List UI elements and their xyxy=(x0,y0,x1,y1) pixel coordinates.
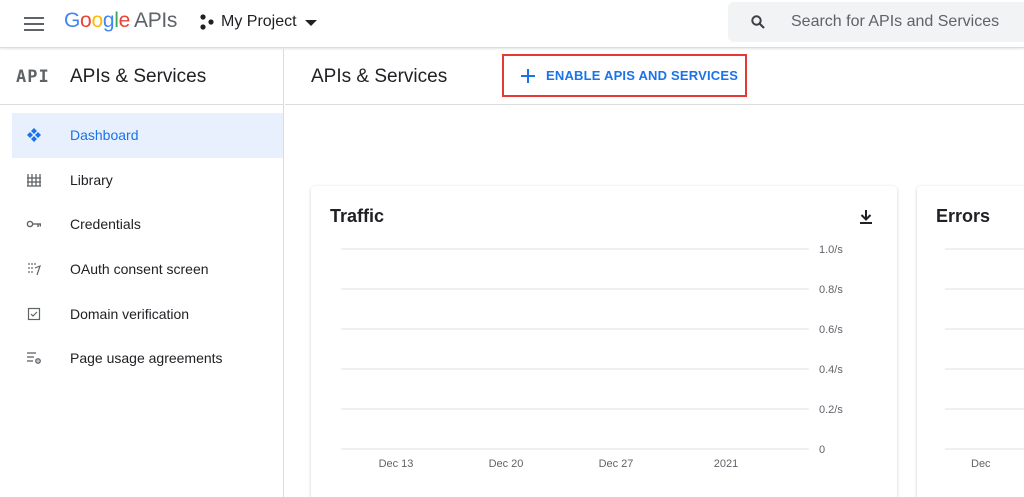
plus-icon xyxy=(521,68,535,83)
api-badge-icon: API xyxy=(16,66,50,87)
errors-chart: Dec xyxy=(945,248,1024,470)
project-name: My Project xyxy=(221,13,297,30)
search-bar[interactable] xyxy=(728,2,1024,42)
key-icon xyxy=(26,216,42,232)
sidebar-item-credentials[interactable]: Credentials xyxy=(12,202,283,247)
sidebar-item-label: OAuth consent screen xyxy=(70,261,209,278)
x-tick-label: Dec 13 xyxy=(379,458,414,470)
enable-apis-button[interactable]: ENABLE APIS AND SERVICES xyxy=(502,54,747,97)
project-dots-icon xyxy=(200,14,214,30)
library-icon xyxy=(26,172,42,188)
sidebar-item-label: Library xyxy=(70,171,113,188)
caret-down-icon xyxy=(304,20,317,26)
dashboard-icon xyxy=(26,127,42,143)
sidebar-header: API APIs & Services xyxy=(0,49,283,105)
sidebar-item-label: Domain verification xyxy=(70,305,190,322)
project-selector[interactable]: My Project xyxy=(198,13,317,31)
x-tick-label: Dec 27 xyxy=(599,458,634,470)
page-title: APIs & Services xyxy=(311,65,448,87)
sidebar-item-oauth-consent-screen[interactable]: OAuth consent screen xyxy=(12,247,283,292)
logo-suffix: APIs xyxy=(133,9,178,32)
y-tick-label: 1.0/s xyxy=(819,244,843,256)
y-tick-label: 0.6/s xyxy=(819,324,843,336)
traffic-card: Traffic 1.0/s 0.8/s 0.6/s 0.4/s 0.2/s 0 Dec 13… xyxy=(311,186,897,497)
sidebar-item-label: Dashboard xyxy=(70,127,139,144)
sidebar: API APIs & Services Dashboard Library Cr… xyxy=(0,49,284,497)
sidebar-title: APIs & Services xyxy=(70,65,207,87)
y-tick-label: 0.2/s xyxy=(819,404,843,416)
y-tick-label: 0.8/s xyxy=(819,284,843,296)
settings-list-icon xyxy=(26,350,42,366)
search-input[interactable] xyxy=(791,13,1021,31)
enable-apis-label: ENABLE APIS AND SERVICES xyxy=(546,68,739,83)
google-apis-logo[interactable]: Google APIs xyxy=(64,9,177,33)
traffic-chart: 1.0/s 0.8/s 0.6/s 0.4/s 0.2/s 0 Dec 13 Dec 20 De… xyxy=(341,244,843,470)
sidebar-item-library[interactable]: Library xyxy=(12,158,283,203)
sidebar-item-label: Page usage agreements xyxy=(70,350,223,367)
errors-card: Errors Dec xyxy=(917,186,1024,497)
sidebar-item-label: Credentials xyxy=(70,216,141,233)
menu-icon[interactable] xyxy=(24,13,44,35)
y-tick-label: 0 xyxy=(819,444,825,456)
x-tick-label: 2021 xyxy=(714,458,738,470)
sidebar-item-dashboard[interactable]: Dashboard xyxy=(12,113,283,158)
y-tick-label: 0.4/s xyxy=(819,364,843,376)
sidebar-nav: Dashboard Library Credentials OAuth cons… xyxy=(0,105,283,381)
x-tick-label: Dec xyxy=(971,458,991,470)
app-window: GoogleAPIs My Project API APIs & Service… xyxy=(0,0,1024,497)
x-tick-label: Dec 20 xyxy=(489,458,524,470)
main-header: APIs & Services ENABLE APIS AND SERVICES xyxy=(285,49,1024,105)
sidebar-item-domain-verification[interactable]: Domain verification xyxy=(12,291,283,336)
oauth-icon xyxy=(26,261,42,277)
main-content: Traffic 1.0/s 0.8/s 0.6/s 0.4/s 0.2/s 0 Dec 13… xyxy=(285,106,1024,497)
checkbox-icon xyxy=(26,306,42,322)
search-icon xyxy=(751,15,765,29)
top-bar: Google APIs My Project xyxy=(0,0,1024,48)
sidebar-item-page-usage-agreements[interactable]: Page usage agreements xyxy=(12,336,283,381)
